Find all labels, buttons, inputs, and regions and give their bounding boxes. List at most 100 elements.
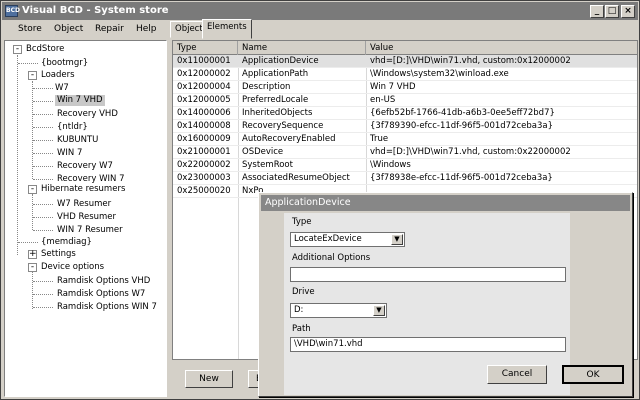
tree-node-ramdisk-win7[interactable]: Ramdisk Options WIN 7 xyxy=(57,302,157,313)
column-header-name[interactable]: Name xyxy=(238,41,366,55)
cell-value: vhd=[D:]\VHD\win71.vhd, custom:0x2200000… xyxy=(370,147,571,157)
tree-node-device-options[interactable]: Device options xyxy=(41,262,104,273)
cell-value: {6efb52bf-1766-41db-a6b3-0ee5eff72bd7} xyxy=(370,108,555,118)
collapse-icon[interactable]: - xyxy=(28,263,37,272)
table-row[interactable]: 0x22000002 SystemRoot \Windows xyxy=(173,159,637,172)
cell-type: 0x22000002 xyxy=(177,160,231,170)
additional-options-label: Additional Options xyxy=(292,253,371,263)
cell-name: SystemRoot xyxy=(242,160,293,170)
path-input[interactable]: \VHD\win71.vhd xyxy=(290,337,566,352)
column-header-value[interactable]: Value xyxy=(366,41,637,55)
app-icon: BCD xyxy=(5,5,20,17)
tree-node-bcdstore[interactable]: BcdStore xyxy=(26,44,64,55)
cell-type: 0x11000001 xyxy=(177,56,231,66)
column-header-type[interactable]: Type xyxy=(173,41,238,55)
main-window: BCD Visual BCD - System store _ □ × Stor… xyxy=(0,0,640,400)
tree-node-ramdisk-vhd[interactable]: Ramdisk Options VHD xyxy=(57,276,150,287)
cell-value: \Windows xyxy=(370,160,411,170)
cell-type: 0x23000003 xyxy=(177,173,231,183)
menu-object[interactable]: Object xyxy=(54,24,83,34)
cell-value: Win 7 VHD xyxy=(370,82,416,92)
table-row[interactable]: 0x11000001 ApplicationDevice vhd=[D:]\VHD\… xyxy=(173,55,637,68)
dropdown-arrow-icon[interactable]: ▼ xyxy=(391,234,403,245)
cell-value: True xyxy=(370,134,389,144)
tree-node-ntldr[interactable]: {ntldr} xyxy=(57,122,88,133)
store-tree[interactable]: - BcdStore {bootmgr} - Loaders W7 Win 7 … xyxy=(4,40,167,397)
tree-node-w7-resumer[interactable]: W7 Resumer xyxy=(57,199,111,210)
cell-name: PreferredLocale xyxy=(242,95,309,105)
tree-node-win7[interactable]: WIN 7 xyxy=(57,148,82,159)
additional-options-input[interactable] xyxy=(290,267,566,282)
cell-value: {3f78938e-efcc-11df-96f5-001d72ceba3a} xyxy=(370,173,553,183)
tree-node-hibernate-resumers[interactable]: Hibernate resumers xyxy=(41,184,125,195)
close-icon[interactable]: × xyxy=(621,5,635,18)
table-row[interactable]: 0x12000005 PreferredLocale en-US xyxy=(173,94,637,107)
tree-node-win7-vhd[interactable]: Win 7 VHD xyxy=(55,95,105,106)
grid-header: Type Name Value xyxy=(173,41,637,55)
type-select-value: LocateExDevice xyxy=(294,234,362,244)
expand-icon[interactable]: + xyxy=(28,250,37,259)
tab-elements[interactable]: Elements xyxy=(202,19,252,39)
menu-help[interactable]: Help xyxy=(136,24,157,34)
cell-name: Description xyxy=(242,82,291,92)
dropdown-arrow-icon[interactable]: ▼ xyxy=(373,305,385,316)
drive-select[interactable]: D: ▼ xyxy=(290,303,387,318)
table-row[interactable]: 0x16000009 AutoRecoveryEnabled True xyxy=(173,133,637,146)
cell-name: AutoRecoveryEnabled xyxy=(242,134,336,144)
tree-node-bootmgr[interactable]: {bootmgr} xyxy=(41,58,88,69)
tree-node-recovery-w7[interactable]: Recovery W7 xyxy=(57,161,113,172)
tree-node-w7[interactable]: W7 xyxy=(55,83,69,94)
cell-type: 0x25000020 xyxy=(177,186,231,196)
cell-name: RecoverySequence xyxy=(242,121,324,131)
cell-type: 0x12000005 xyxy=(177,95,231,105)
cancel-button[interactable]: Cancel xyxy=(487,365,547,384)
cell-type: 0x21000001 xyxy=(177,147,231,157)
minimize-icon[interactable]: _ xyxy=(590,5,604,18)
tree-node-recovery-vhd[interactable]: Recovery VHD xyxy=(57,109,118,120)
cell-type: 0x12000004 xyxy=(177,82,231,92)
cell-name: ApplicationPath xyxy=(242,69,309,79)
tree-node-kubuntu[interactable]: KUBUNTU xyxy=(57,135,98,146)
cell-value: vhd=[D:]\VHD\win71.vhd, custom:0x1200000… xyxy=(370,56,571,66)
tree-node-ramdisk-w7[interactable]: Ramdisk Options W7 xyxy=(57,289,145,300)
drive-select-value: D: xyxy=(294,305,304,315)
type-label: Type xyxy=(292,217,312,227)
ok-button[interactable]: OK xyxy=(562,365,624,384)
title-bar[interactable]: BCD Visual BCD - System store _ □ × xyxy=(2,2,638,20)
application-device-dialog: ApplicationDevice Type LocateExDevice ▼ … xyxy=(258,192,633,397)
tree-node-win7-resumer[interactable]: WIN 7 Resumer xyxy=(57,225,123,236)
cell-type: 0x14000008 xyxy=(177,121,231,131)
maximize-icon[interactable]: □ xyxy=(605,5,619,18)
cell-value: en-US xyxy=(370,95,396,105)
cell-name: ApplicationDevice xyxy=(242,56,319,66)
new-button[interactable]: New xyxy=(185,370,233,388)
collapse-icon[interactable]: - xyxy=(28,185,37,194)
tree-node-memdiag[interactable]: {memdiag} xyxy=(41,237,92,248)
table-row[interactable]: 0x12000004 Description Win 7 VHD xyxy=(173,81,637,94)
tree-node-vhd-resumer[interactable]: VHD Resumer xyxy=(57,212,116,223)
collapse-icon[interactable]: - xyxy=(13,45,22,54)
table-row[interactable]: 0x21000001 OSDevice vhd=[D:]\VHD\win71.vhd… xyxy=(173,146,637,159)
tree-node-settings[interactable]: Settings xyxy=(41,249,76,260)
collapse-icon[interactable]: - xyxy=(28,71,37,80)
tree-node-loaders[interactable]: Loaders xyxy=(41,70,75,81)
type-select[interactable]: LocateExDevice ▼ xyxy=(290,232,405,247)
table-row[interactable]: 0x23000003 AssociatedResumeObject {3f78938… xyxy=(173,172,637,185)
cell-name: OSDevice xyxy=(242,147,284,157)
menu-repair[interactable]: Repair xyxy=(95,24,124,34)
menu-bar: Store Object Repair Help xyxy=(2,21,638,40)
table-row[interactable]: 0x14000006 InheritedObjects {6efb52bf-1766… xyxy=(173,107,637,120)
menu-store[interactable]: Store xyxy=(18,24,42,34)
table-row[interactable]: 0x12000002 ApplicationPath \Windows\system… xyxy=(173,68,637,81)
drive-label: Drive xyxy=(292,287,315,297)
cell-value: {3f789390-efcc-11df-96f5-001d72ceba3a} xyxy=(370,121,554,131)
cell-name: InheritedObjects xyxy=(242,108,313,118)
cell-type: 0x16000009 xyxy=(177,134,231,144)
path-label: Path xyxy=(292,324,311,334)
dialog-title[interactable]: ApplicationDevice xyxy=(261,195,630,211)
table-row[interactable]: 0x14000008 RecoverySequence {3f789390-efcc… xyxy=(173,120,637,133)
window-title: Visual BCD - System store xyxy=(22,5,169,16)
cell-name: AssociatedResumeObject xyxy=(242,173,350,183)
cell-type: 0x12000002 xyxy=(177,69,231,79)
cell-value: \Windows\system32\winload.exe xyxy=(370,69,509,79)
